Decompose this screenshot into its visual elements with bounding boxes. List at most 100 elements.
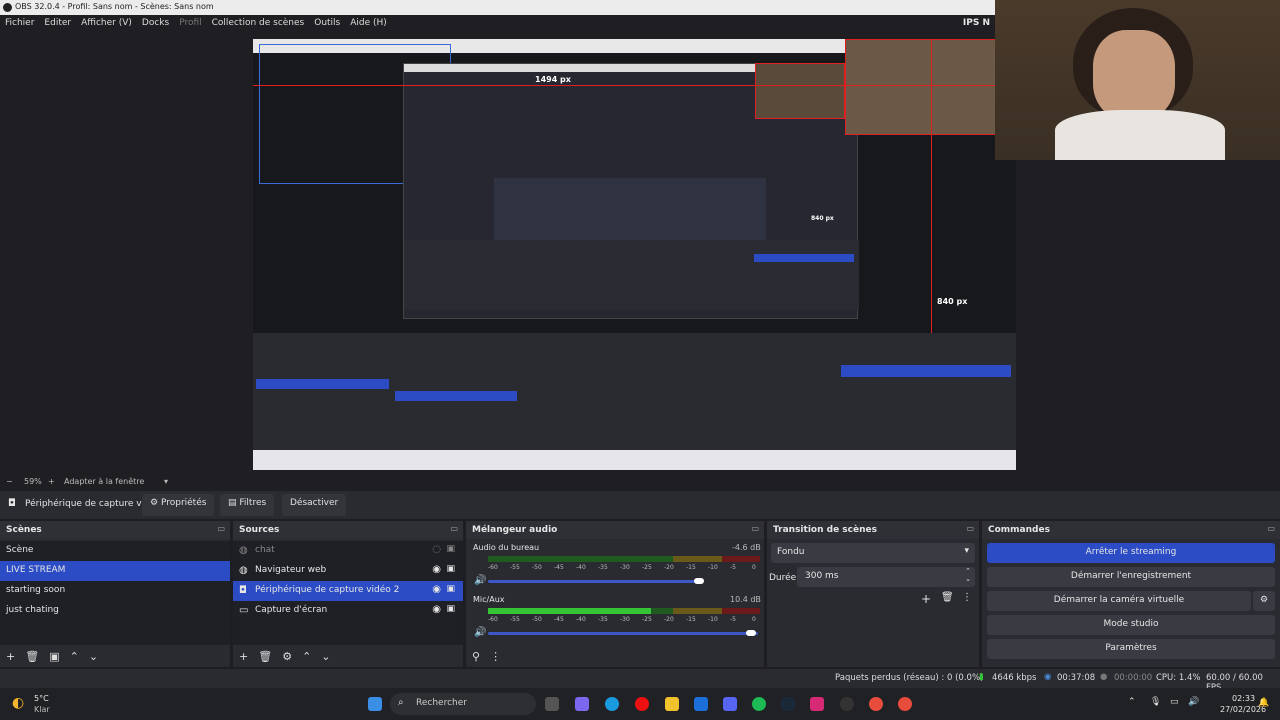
- speaker-icon[interactable]: 🔊: [474, 627, 486, 638]
- speaker-icon[interactable]: 🔊: [474, 575, 486, 586]
- weather-icon[interactable]: ◐: [12, 695, 24, 711]
- obs-taskbar-icon[interactable]: [840, 697, 854, 711]
- volume-icon[interactable]: 🔊: [1188, 697, 1199, 707]
- dock-menu-icon[interactable]: ▭: [751, 524, 759, 533]
- chrome-icon-2[interactable]: [898, 697, 912, 711]
- menu-aide[interactable]: Aide (H): [350, 18, 387, 28]
- arrow-down-icon[interactable]: ⌄: [321, 650, 330, 663]
- source-item-selected[interactable]: ◘ Périphérique de capture vidéo 2 ◉ ▣: [233, 581, 463, 601]
- chevron-down-icon[interactable]: ▾: [164, 477, 168, 486]
- copilot-icon[interactable]: [575, 697, 589, 711]
- meter-tick-label: -35: [598, 564, 608, 571]
- meter-tick-label: -10: [708, 616, 718, 623]
- opera-icon[interactable]: [635, 697, 649, 711]
- store-icon[interactable]: [694, 697, 708, 711]
- scene-item[interactable]: just chating: [0, 601, 230, 621]
- gear-icon[interactable]: ⚙: [282, 650, 292, 663]
- desktop-volume-slider[interactable]: [488, 580, 700, 583]
- link-icon[interactable]: ⚲: [472, 650, 480, 663]
- dock-menu-icon[interactable]: ▭: [217, 524, 225, 533]
- trash-icon[interactable]: 🗑: [941, 592, 954, 603]
- zoom-out-button[interactable]: −: [6, 477, 13, 486]
- globe-icon: ◍: [239, 565, 248, 576]
- menu-docks[interactable]: Docks: [142, 18, 169, 28]
- menu-collection[interactable]: Collection de scènes: [212, 18, 305, 28]
- lock-icon[interactable]: ▣: [446, 584, 455, 594]
- meter-tick-label: -45: [554, 616, 564, 623]
- annotation-840-small: 840 px: [811, 215, 834, 222]
- scene-item-selected[interactable]: LIVE STREAM: [0, 561, 230, 581]
- lock-icon[interactable]: ▣: [446, 604, 455, 614]
- folder-icon[interactable]: [665, 697, 679, 711]
- eye-icon[interactable]: ◉: [432, 584, 441, 595]
- windows-start-icon[interactable]: [368, 697, 382, 711]
- eye-hidden-icon[interactable]: ◌: [432, 544, 441, 555]
- arrow-up-icon[interactable]: ⌃: [302, 650, 311, 663]
- taskbar-search[interactable]: ⌕ Rechercher: [390, 693, 536, 715]
- meter-tick-label: -20: [664, 616, 674, 623]
- duration-input[interactable]: 300 ms ⌃ ⌄: [797, 567, 975, 587]
- scene-item[interactable]: Scène: [0, 541, 230, 561]
- preview-canvas[interactable]: 1494 px 840 px 840 px: [253, 39, 1016, 470]
- deactivate-button[interactable]: Désactiver: [282, 494, 347, 516]
- start-virtual-camera-button[interactable]: Démarrer la caméra virtuelle: [987, 591, 1251, 611]
- instagram-icon[interactable]: [810, 697, 824, 711]
- stop-streaming-button[interactable]: Arrêter le streaming: [987, 543, 1275, 563]
- settings-button[interactable]: Paramètres: [987, 639, 1275, 659]
- meter-tick-label: -40: [576, 564, 586, 571]
- kebab-menu-icon[interactable]: ⋮: [490, 650, 501, 663]
- mic-volume-slider[interactable]: [488, 632, 758, 635]
- eye-icon[interactable]: ◉: [432, 604, 441, 615]
- stream-time: 00:37:08: [1057, 673, 1096, 683]
- obs-logo-icon: [3, 3, 12, 12]
- trash-icon[interactable]: 🗑: [25, 650, 39, 663]
- zoom-fit[interactable]: Adapter à la fenêtre: [64, 477, 144, 486]
- commands-dock: Commandes ▭ Arrêter le streaming Démarrer…: [982, 521, 1280, 667]
- network-icon[interactable]: ▭: [1170, 697, 1179, 707]
- filter-icon[interactable]: ▣: [49, 650, 59, 663]
- dock-menu-icon[interactable]: ▭: [966, 524, 974, 533]
- lock-icon[interactable]: ▣: [446, 544, 455, 554]
- add-icon[interactable]: +: [921, 592, 931, 606]
- spotify-icon[interactable]: [752, 697, 766, 711]
- virtual-camera-settings-button[interactable]: ⚙: [1253, 591, 1275, 611]
- menu-afficher[interactable]: Afficher (V): [81, 18, 132, 28]
- add-icon[interactable]: +: [239, 650, 248, 663]
- kebab-menu-icon[interactable]: ⋮: [962, 592, 972, 603]
- chrome-icon[interactable]: [869, 697, 883, 711]
- mic-volume-knob[interactable]: [746, 630, 756, 636]
- source-item[interactable]: ◍ chat ◌ ▣: [233, 541, 463, 561]
- notification-icon[interactable]: 🔔: [1258, 698, 1269, 708]
- source-item[interactable]: ▭ Capture d'écran ◉ ▣: [233, 601, 463, 621]
- source-item[interactable]: ◍ Navigateur web ◉ ▣: [233, 561, 463, 581]
- start-recording-button[interactable]: Démarrer l'enregistrement: [987, 567, 1275, 587]
- dock-menu-icon[interactable]: ▭: [450, 524, 458, 533]
- mic-icon[interactable]: 🎙: [1150, 697, 1161, 707]
- trash-icon[interactable]: 🗑: [258, 650, 272, 663]
- spin-icon[interactable]: ⌃ ⌄: [965, 567, 971, 583]
- lock-icon[interactable]: ▣: [446, 564, 455, 574]
- steam-icon[interactable]: [781, 697, 795, 711]
- dock-menu-icon[interactable]: ▭: [1267, 524, 1275, 533]
- discord-icon[interactable]: [723, 697, 737, 711]
- desktop-volume-knob[interactable]: [694, 578, 704, 584]
- edge-icon[interactable]: [605, 697, 619, 711]
- studio-mode-button[interactable]: Mode studio: [987, 615, 1275, 635]
- filters-button[interactable]: ▤ Filtres: [220, 494, 275, 516]
- zoom-in-button[interactable]: +: [48, 477, 55, 486]
- scenes-title: Scènes: [6, 525, 42, 535]
- menu-profil[interactable]: Profil: [179, 18, 201, 28]
- eye-icon[interactable]: ◉: [432, 564, 441, 575]
- transition-select[interactable]: Fondu ▾: [771, 543, 975, 563]
- menu-editer[interactable]: Editer: [44, 18, 71, 28]
- arrow-down-icon[interactable]: ⌄: [89, 650, 98, 663]
- chevron-up-icon[interactable]: ⌃: [1128, 697, 1136, 707]
- add-icon[interactable]: +: [6, 650, 15, 663]
- task-view-icon[interactable]: [545, 697, 559, 711]
- menu-outils[interactable]: Outils: [314, 18, 340, 28]
- meter-tick-label: 0: [752, 616, 756, 623]
- arrow-up-icon[interactable]: ⌃: [70, 650, 79, 663]
- properties-button[interactable]: ⚙ Propriétés: [142, 494, 215, 516]
- menu-fichier[interactable]: Fichier: [5, 18, 34, 28]
- scene-item[interactable]: starting soon: [0, 581, 230, 601]
